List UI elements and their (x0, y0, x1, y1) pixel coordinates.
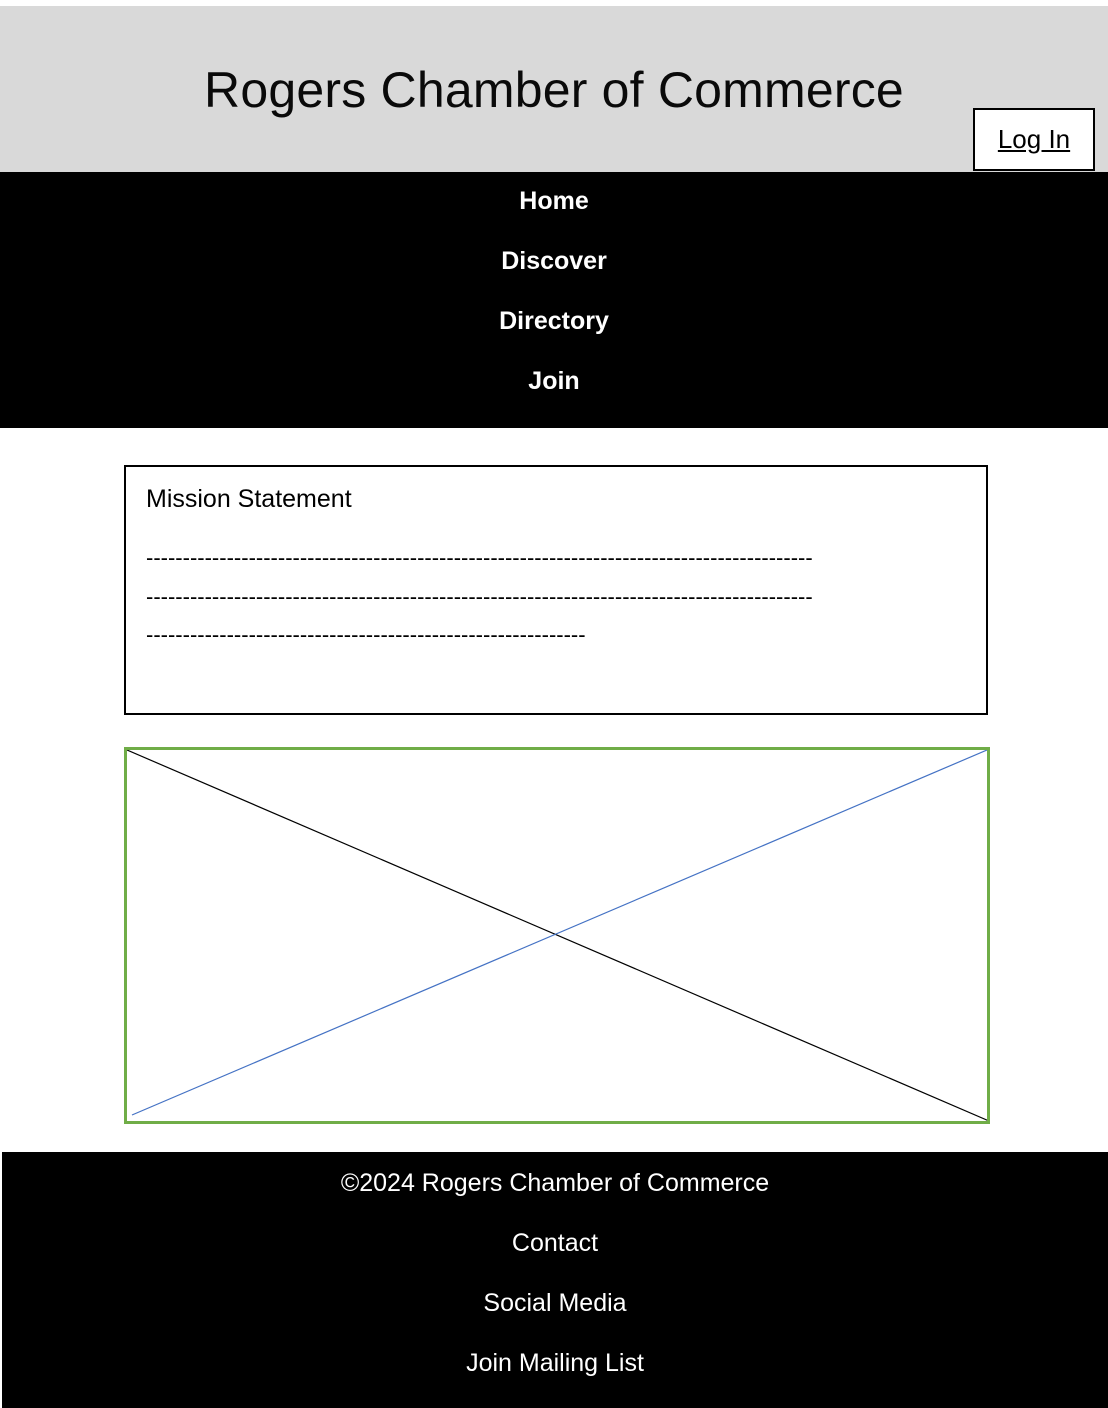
mission-text-line: ----------------------------------------… (146, 545, 813, 570)
mission-text-line: ----------------------------------------… (146, 622, 586, 647)
footer-link-mailing-list[interactable]: Join Mailing List (2, 1347, 1108, 1379)
site-footer: ©2024 Rogers Chamber of Commerce Contact… (2, 1152, 1108, 1408)
mission-title: Mission Statement (146, 485, 352, 513)
site-title: Rogers Chamber of Commerce (204, 62, 904, 118)
footer-link-social-media[interactable]: Social Media (2, 1287, 1108, 1319)
image-placeholder (124, 747, 990, 1124)
image-placeholder-icon (127, 750, 987, 1121)
nav-item-home[interactable]: Home (0, 185, 1108, 217)
nav-item-join[interactable]: Join (0, 365, 1108, 397)
nav-item-discover[interactable]: Discover (0, 245, 1108, 277)
site-header: Rogers Chamber of Commerce Log In (0, 6, 1108, 172)
main-nav: Home Discover Directory Join (0, 172, 1108, 428)
copyright-text: ©2024 Rogers Chamber of Commerce (340, 1169, 770, 1197)
page: Rogers Chamber of Commerce Log In Home D… (0, 0, 1108, 1408)
mission-text-line: ----------------------------------------… (146, 584, 813, 609)
login-button[interactable]: Log In (973, 108, 1095, 171)
footer-link-contact[interactable]: Contact (2, 1227, 1108, 1259)
nav-item-directory[interactable]: Directory (0, 305, 1108, 337)
mission-statement-box: Mission Statement ----------------------… (124, 465, 988, 715)
placeholder-diagonal (131, 750, 987, 1116)
